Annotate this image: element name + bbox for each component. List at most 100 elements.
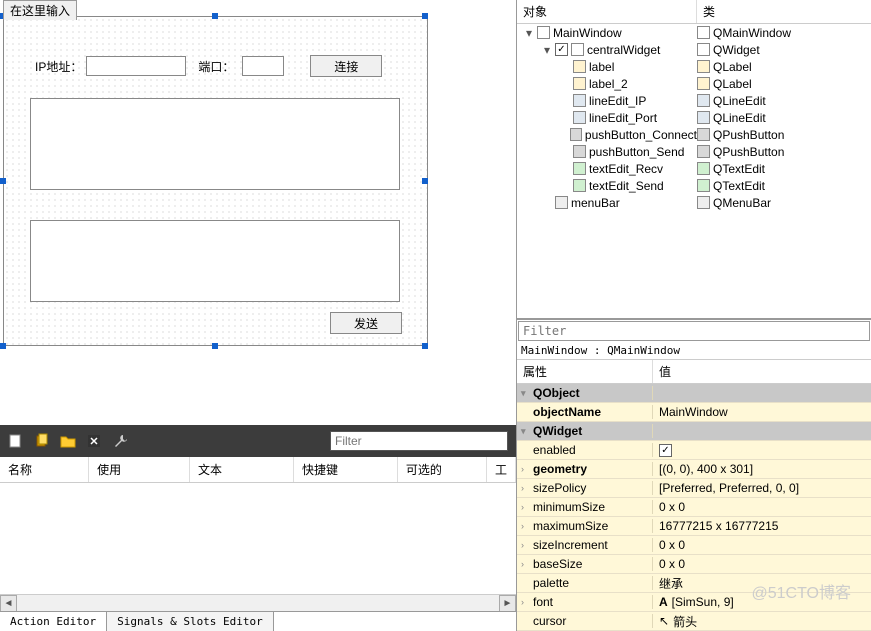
property-header: 属性 值 [517, 360, 871, 384]
property-row[interactable]: ›geometry[(0, 0), 400 x 301] [517, 460, 871, 479]
expand-icon[interactable]: › [521, 540, 531, 550]
tree-item[interactable]: pushButton_ConnectQPushButton [517, 126, 871, 143]
resize-handle[interactable] [422, 13, 428, 19]
tree-item-name: pushButton_Send [589, 145, 684, 159]
line-icon [697, 94, 710, 107]
form-tab[interactable]: 在这里输入 [3, 0, 77, 20]
expand-icon[interactable]: ▾ [542, 43, 552, 57]
action-toolbar [0, 425, 516, 457]
action-header: 名称 使用 文本 快捷键 可选的 工 [0, 457, 516, 483]
new-action-icon[interactable] [8, 433, 24, 449]
receive-textarea[interactable] [30, 98, 400, 190]
action-filter-input[interactable] [330, 431, 508, 451]
tree-item[interactable]: lineEdit_PortQLineEdit [517, 109, 871, 126]
connect-button[interactable]: 连接 [310, 55, 382, 77]
property-row[interactable]: ›fontA[SimSun, 9] [517, 593, 871, 612]
tree-item[interactable]: label_2QLabel [517, 75, 871, 92]
send-button[interactable]: 发送 [330, 312, 402, 334]
tree-item-name: menuBar [571, 196, 620, 210]
tree-item-class: QWidget [713, 43, 760, 57]
tab-signals-editor[interactable]: Signals & Slots Editor [107, 612, 274, 631]
col-class[interactable]: 类 [697, 0, 871, 23]
property-value: 箭头 [673, 613, 697, 630]
col-optional[interactable]: 可选的 [398, 457, 487, 482]
col-value[interactable]: 值 [653, 360, 871, 383]
folder-icon[interactable] [60, 433, 76, 449]
menu-icon [697, 196, 710, 209]
line-icon [573, 94, 586, 107]
resize-handle[interactable] [212, 343, 218, 349]
form-designer[interactable]: 在这里输入 IP地址： 端口： 连接 发送 [0, 0, 516, 425]
property-value: 0 x 0 [659, 538, 685, 552]
resize-handle[interactable] [422, 343, 428, 349]
action-body[interactable] [0, 483, 516, 573]
send-textarea[interactable] [30, 220, 400, 302]
port-input[interactable] [242, 56, 284, 76]
property-row[interactable]: ›minimumSize0 x 0 [517, 498, 871, 517]
tree-item[interactable]: textEdit_SendQTextEdit [517, 177, 871, 194]
tree-item-class: QTextEdit [713, 179, 765, 193]
wrench-icon[interactable] [112, 433, 128, 449]
tree-item[interactable]: labelQLabel [517, 58, 871, 75]
delete-icon[interactable] [86, 433, 102, 449]
property-row[interactable]: ▾QObject [517, 384, 871, 403]
object-header: 对象 类 [517, 0, 871, 24]
tree-item-class: QMenuBar [713, 196, 771, 210]
resize-handle[interactable] [422, 178, 428, 184]
property-row[interactable]: cursor↖箭头 [517, 612, 871, 631]
tree-item[interactable]: textEdit_RecvQTextEdit [517, 160, 871, 177]
resize-handle[interactable] [212, 13, 218, 19]
tree-item[interactable]: menuBar QMenuBar [517, 194, 871, 211]
checkbox[interactable]: ✓ [659, 444, 672, 457]
col-attr[interactable]: 属性 [517, 360, 653, 383]
col-object[interactable]: 对象 [517, 0, 697, 23]
expand-icon[interactable]: › [521, 521, 531, 531]
property-row[interactable]: ›maximumSize16777215 x 16777215 [517, 517, 871, 536]
col-use[interactable]: 使用 [89, 457, 190, 482]
font-icon: A [659, 595, 668, 609]
resize-handle[interactable] [0, 343, 6, 349]
expand-icon[interactable]: › [521, 502, 531, 512]
tree-item[interactable]: lineEdit_IPQLineEdit [517, 92, 871, 109]
expand-icon[interactable]: › [521, 464, 531, 474]
scroll-left-icon[interactable]: ◄ [0, 595, 17, 612]
property-row[interactable]: ›baseSize0 x 0 [517, 555, 871, 574]
expand-icon[interactable]: ▾ [521, 426, 531, 437]
btn-icon [570, 128, 582, 141]
copy-icon[interactable] [34, 433, 50, 449]
tree-item[interactable]: pushButton_SendQPushButton [517, 143, 871, 160]
expand-icon[interactable]: › [521, 483, 531, 493]
tree-item[interactable]: ▾✓centralWidgetQWidget [517, 41, 871, 58]
property-row[interactable]: ›sizeIncrement0 x 0 [517, 536, 871, 555]
tab-action-editor[interactable]: Action Editor [0, 612, 107, 631]
col-shortcut[interactable]: 快捷键 [294, 457, 398, 482]
expand-icon[interactable]: ▾ [521, 388, 531, 399]
line-icon [697, 111, 710, 124]
ip-input[interactable] [86, 56, 186, 76]
col-name[interactable]: 名称 [0, 457, 89, 482]
property-filter-input[interactable] [518, 321, 870, 341]
tree-item[interactable]: ▾MainWindowQMainWindow [517, 24, 871, 41]
property-row[interactable]: objectNameMainWindow [517, 403, 871, 422]
col-tool[interactable]: 工 [487, 457, 516, 482]
label-icon [573, 77, 586, 90]
object-inspector[interactable]: 对象 类 ▾MainWindowQMainWindow▾✓centralWidg… [517, 0, 871, 318]
property-value: MainWindow [659, 405, 728, 419]
tree-item-name: label [589, 60, 614, 74]
property-row[interactable]: ›sizePolicy[Preferred, Preferred, 0, 0] [517, 479, 871, 498]
property-value: [SimSun, 9] [672, 595, 734, 609]
text-icon [697, 179, 710, 192]
col-text[interactable]: 文本 [190, 457, 294, 482]
resize-handle[interactable] [0, 178, 6, 184]
expand-icon[interactable]: ▾ [524, 26, 534, 40]
property-value: 0 x 0 [659, 500, 685, 514]
property-editor: MainWindow : QMainWindow 属性 值 ▾QObjectob… [517, 318, 871, 631]
expand-icon[interactable]: › [521, 597, 531, 607]
tree-item-name: lineEdit_IP [589, 94, 646, 108]
property-row[interactable]: ▾QWidget [517, 422, 871, 441]
property-row[interactable]: enabled✓ [517, 441, 871, 460]
h-scrollbar[interactable]: ◄ ► [0, 594, 516, 611]
property-row[interactable]: palette继承 [517, 574, 871, 593]
expand-icon[interactable]: › [521, 559, 531, 569]
scroll-right-icon[interactable]: ► [499, 595, 516, 612]
